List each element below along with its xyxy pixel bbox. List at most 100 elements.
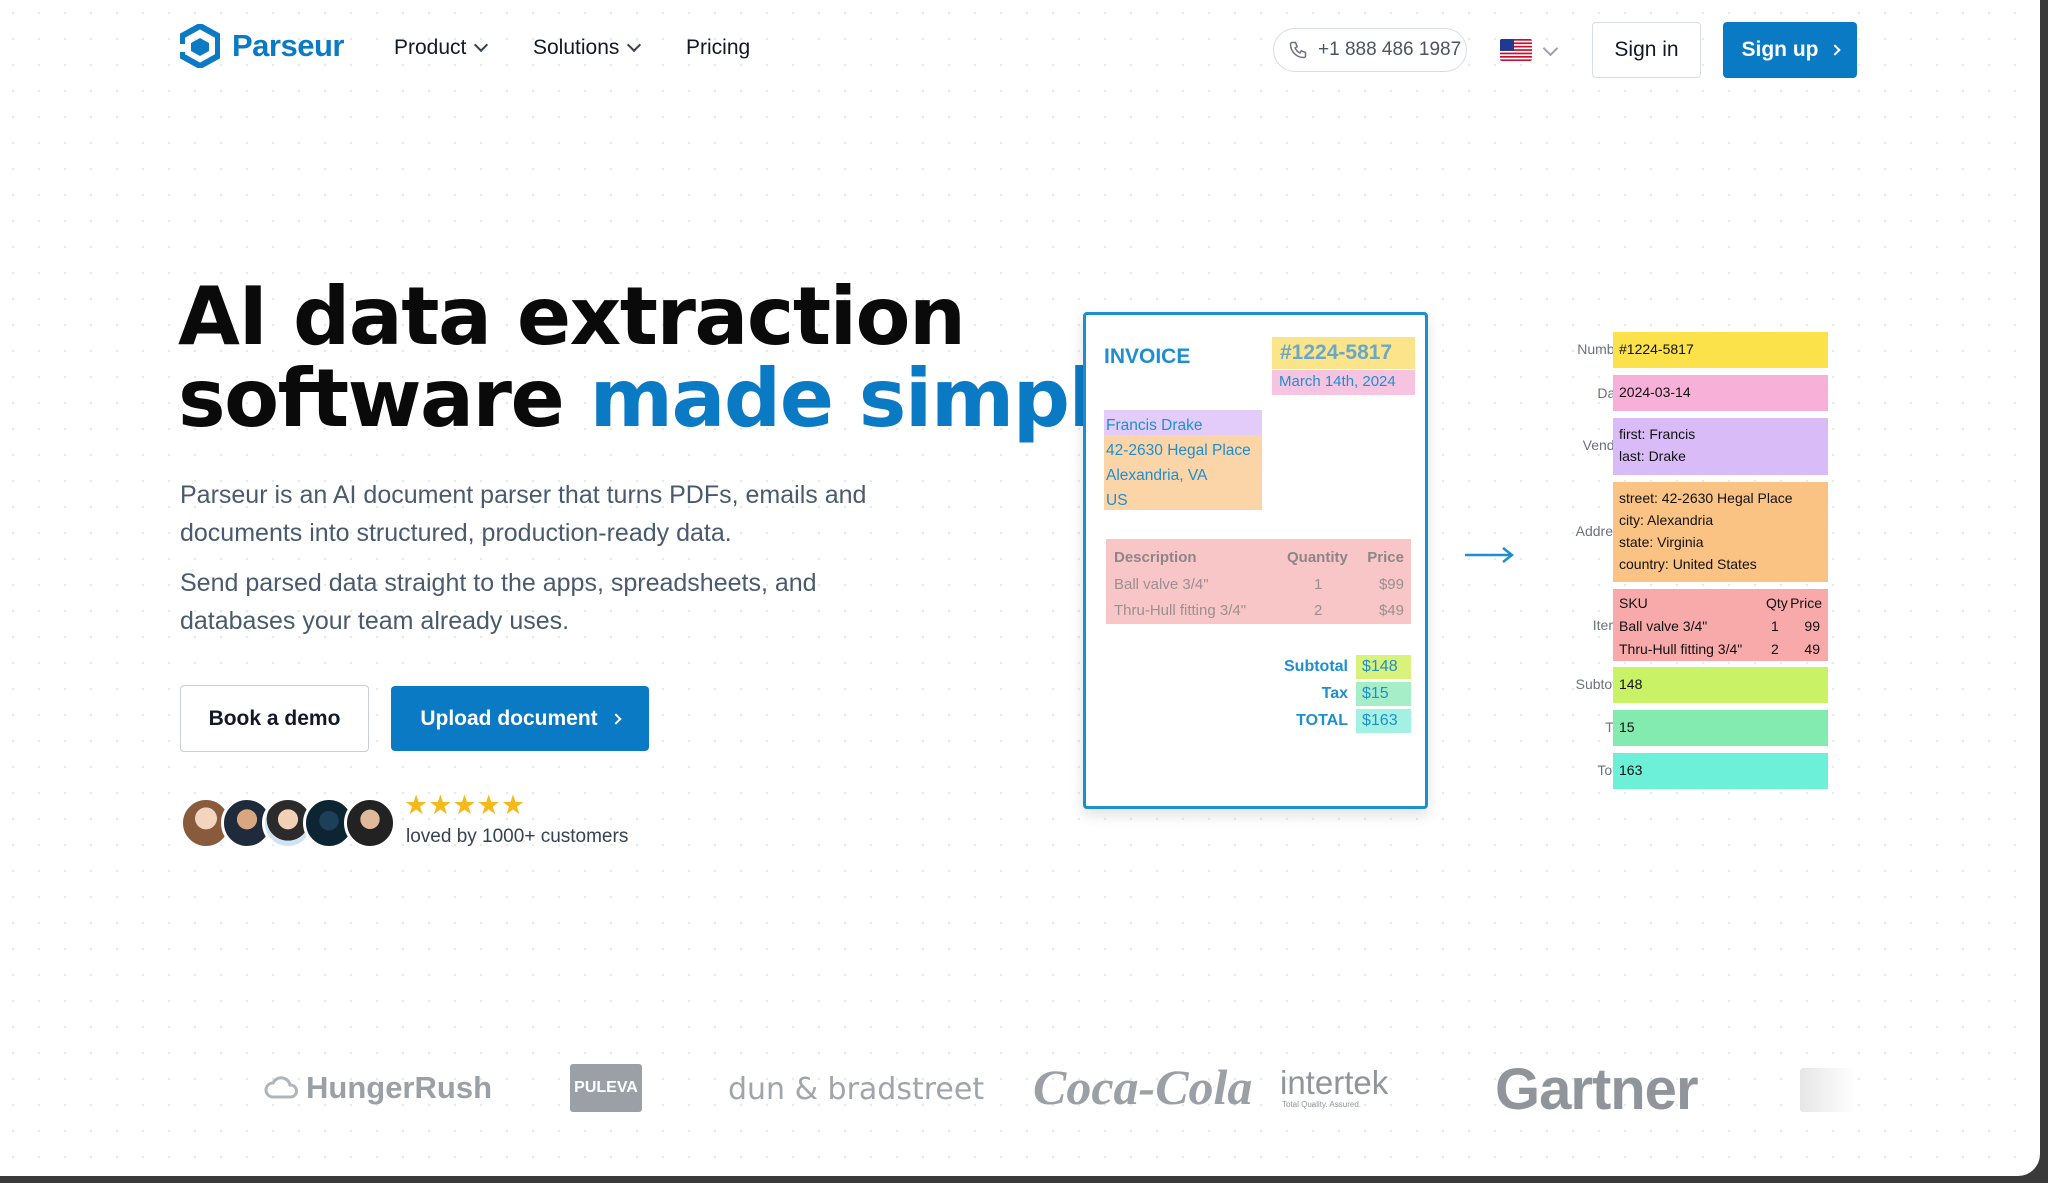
address-line: US: [1106, 492, 1128, 509]
total-label: TOTAL: [1296, 712, 1348, 729]
logo-intertek-text: intertek: [1280, 1064, 1389, 1101]
col-description: Description: [1114, 549, 1197, 566]
field-label-number: Number: [1577, 341, 1627, 357]
address-state: state: Virginia: [1619, 534, 1704, 550]
brand-name: Parseur: [232, 28, 344, 63]
field-vendor: first: Francis last: Drake: [1613, 418, 1828, 475]
language-chevron-icon[interactable]: [1542, 40, 1559, 57]
items-h-qty: Qty: [1766, 595, 1788, 611]
field-subtotal: 148: [1613, 667, 1828, 703]
address-line: Francis Drake: [1106, 417, 1203, 434]
logo-dun-bradstreet: dun & bradstreet: [728, 1072, 985, 1107]
customer-count-text: loved by 1000+ customers: [406, 826, 629, 847]
field-label-items: Items: [1592, 617, 1627, 633]
arrow-right-icon: [1465, 547, 1515, 563]
nav-solutions[interactable]: Solutions: [533, 36, 642, 60]
row-description: Thru-Hull fitting 3/4": [1114, 602, 1247, 619]
chevron-right-icon: [1828, 44, 1841, 56]
tax-value: $15: [1362, 685, 1389, 702]
invoice-illustration: INVOICE #1224-5817 March 14th, 2024 Fran…: [1083, 312, 1428, 809]
row-price: $99: [1378, 576, 1404, 593]
book-demo-button[interactable]: Book a demo: [180, 685, 369, 752]
row-description: Ball valve 3/4": [1114, 576, 1209, 593]
hero-title-accent: made simple: [589, 352, 1149, 445]
invoice-table-header: Description Quantity Price: [1114, 549, 1404, 566]
top-nav: Parseur Product Solutions Pricing +1 888…: [0, 0, 2040, 100]
field-label-tax: Tax: [1507, 719, 1627, 735]
browser-window: Parseur Product Solutions Pricing +1 888…: [0, 0, 2040, 1176]
logo-partial: [1800, 1068, 1855, 1112]
items-row: Ball valve 3/4" 1 99: [1619, 615, 1822, 638]
avatar: [344, 797, 396, 849]
phone-number: +1 888 486 1987: [1318, 39, 1462, 60]
total-value: $163: [1362, 712, 1398, 729]
field-label-vendor: Vendor: [1582, 437, 1627, 453]
address-street: street: 42-2630 Hegal Place: [1619, 490, 1793, 506]
field-label-date: Date: [1507, 385, 1627, 401]
nav-product-label: Product: [394, 36, 467, 59]
us-flag-icon[interactable]: [1500, 39, 1532, 61]
nav-product[interactable]: Product: [394, 36, 489, 60]
field-tax: 15: [1613, 710, 1828, 746]
logo-puleva: PULEVA: [570, 1064, 642, 1112]
logo-coca-cola: Coca-Cola: [1033, 1059, 1253, 1115]
chevron-down-icon: [627, 37, 642, 53]
hero-title-plain: software: [178, 352, 590, 445]
cloud-logo-icon: [264, 1076, 298, 1099]
field-address: street: 42-2630 Hegal Place city: Alexan…: [1613, 482, 1828, 582]
sign-up-label: Sign up: [1741, 38, 1819, 61]
invoice-number: #1224-5817: [1280, 341, 1393, 364]
hero-title-line1: AI data extraction: [178, 270, 966, 363]
hero-description-1: Parseur is an AI document parser that tu…: [180, 481, 867, 547]
items-h-sku: SKU: [1619, 595, 1648, 611]
sign-in-button[interactable]: Sign in: [1592, 22, 1701, 78]
vendor-last: last: Drake: [1619, 448, 1686, 464]
brand-logo[interactable]: Parseur: [180, 24, 344, 68]
items-h-price: Price: [1790, 595, 1822, 611]
subtotal-label: Subtotal: [1284, 658, 1348, 675]
invoice-row: Ball valve 3/4" 1 $99: [1114, 576, 1404, 593]
address-line: 42-2630 Hegal Place: [1106, 442, 1251, 459]
field-label-total: Total: [1507, 762, 1627, 778]
field-items: SKU Qty Price Ball valve 3/4" 1 99 Thru-…: [1613, 589, 1828, 661]
address-city: city: Alexandria: [1619, 512, 1714, 528]
nav-pricing-label: Pricing: [686, 36, 751, 59]
logo-gartner: Gartner: [1495, 1057, 1699, 1122]
field-label-subtotal: Subtotal: [1575, 676, 1627, 692]
hero-title: AI data extraction software made simple: [178, 270, 1149, 440]
invoice-row: Thru-Hull fitting 3/4" 2 $49: [1114, 602, 1404, 619]
items-header: SKU Qty Price: [1619, 592, 1822, 615]
col-quantity: Quantity: [1287, 549, 1348, 566]
items-sku: Ball valve 3/4": [1619, 618, 1708, 634]
invoice-date: March 14th, 2024: [1279, 373, 1396, 390]
parseur-logo-icon: [180, 24, 220, 68]
sign-up-button[interactable]: Sign up: [1723, 22, 1857, 78]
address-line: Alexandria, VA: [1106, 467, 1208, 484]
vendor-first: first: Francis: [1619, 426, 1696, 442]
phone-icon: [1289, 41, 1307, 59]
upload-document-label: Upload document: [420, 706, 598, 730]
nav-pricing[interactable]: Pricing: [686, 36, 750, 60]
phone-link[interactable]: +1 888 486 1987: [1273, 28, 1467, 72]
chevron-down-icon: [474, 37, 489, 53]
subtotal-value: $148: [1362, 658, 1398, 675]
customer-avatars: [180, 797, 396, 849]
address-country: country: United States: [1619, 556, 1757, 572]
items-price: 99: [1804, 618, 1820, 634]
invoice-address: Francis Drake 42-2630 Hegal Place Alexan…: [1106, 413, 1251, 513]
star-icon: ★★★★★: [404, 790, 526, 821]
invoice-title: INVOICE: [1104, 345, 1191, 368]
upload-document-button[interactable]: Upload document: [391, 686, 649, 751]
field-total: 163: [1613, 753, 1828, 789]
field-label-address: Address: [1575, 523, 1627, 539]
tax-label: Tax: [1321, 685, 1348, 702]
items-qty: 1: [1771, 618, 1779, 634]
row-quantity: 2: [1314, 602, 1323, 619]
hero-title-line2: software made simple: [178, 358, 1149, 440]
rating-stars: ★★★★★: [404, 792, 525, 820]
row-price: $49: [1378, 602, 1404, 619]
logo-hungerrush: HungerRush: [264, 1070, 492, 1106]
nav-solutions-label: Solutions: [533, 36, 620, 59]
field-number: #1224-5817: [1613, 332, 1828, 368]
chevron-right-icon: [610, 712, 622, 725]
